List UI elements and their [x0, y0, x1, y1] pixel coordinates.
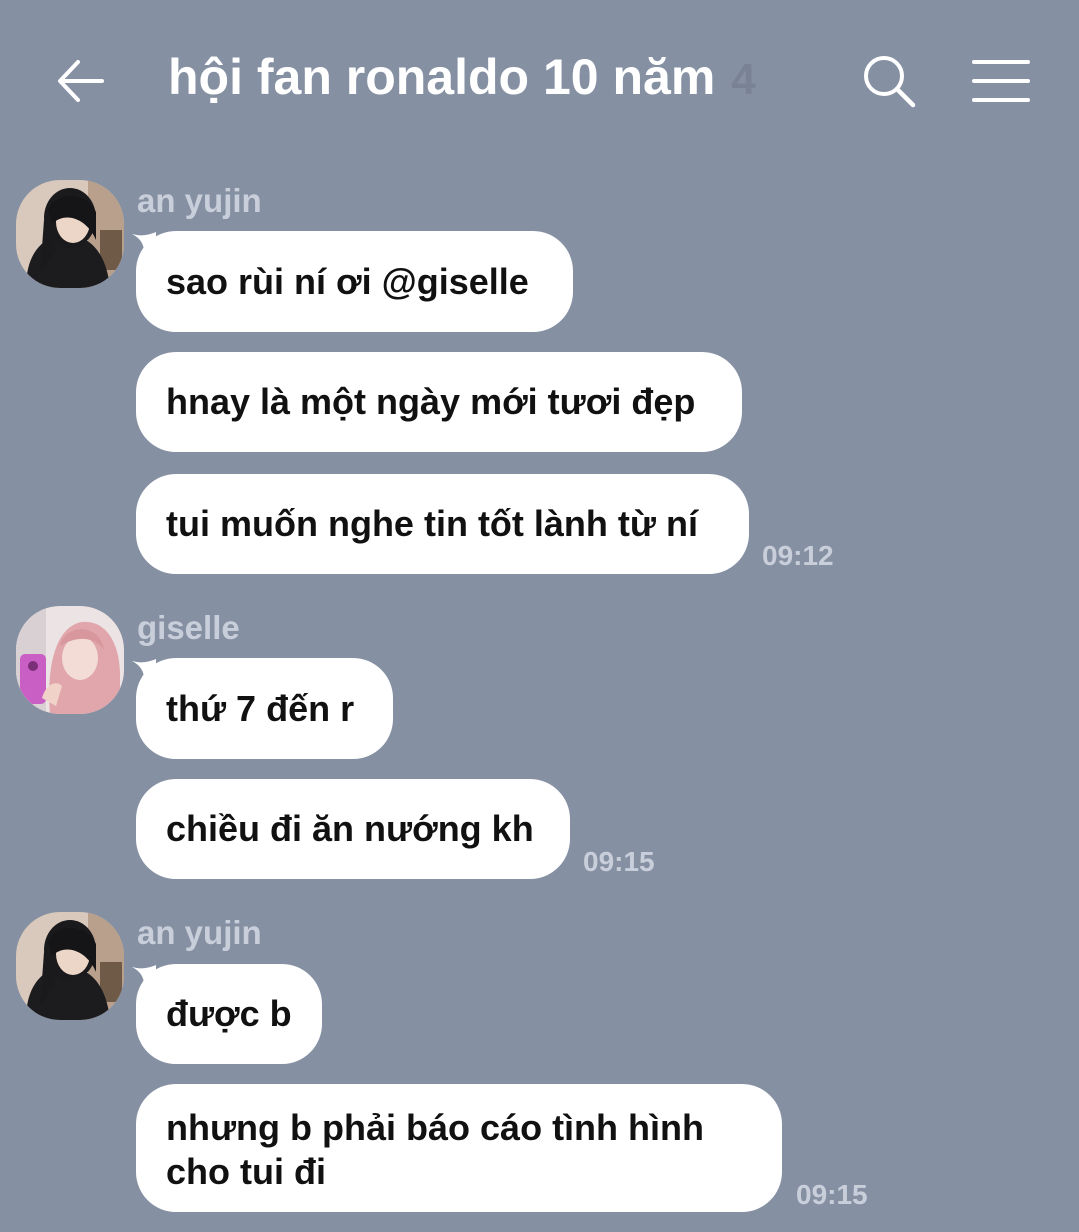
message-bubble[interactable]: hnay là một ngày mới tươi đẹp: [136, 352, 742, 452]
avatar[interactable]: [16, 606, 124, 714]
chat-header: hội fan ronaldo 10 năm 4: [0, 0, 1079, 160]
avatar[interactable]: [16, 180, 124, 288]
sender-name: giselle: [137, 609, 240, 646]
user-avatar-icon: [16, 180, 124, 288]
menu-button[interactable]: [968, 52, 1034, 110]
message-bubble[interactable]: nhưng b phải báo cáo tình hình cho tui đ…: [136, 1084, 782, 1212]
chat-title: hội fan ronaldo 10 năm 4: [168, 48, 756, 118]
message-bubble[interactable]: sao rùi ní ơi @giselle: [136, 231, 573, 332]
message-time: 09:15: [583, 846, 655, 877]
message-bubble[interactable]: chiều đi ăn nướng kh: [136, 779, 570, 879]
message-bubble[interactable]: tui muốn nghe tin tốt lành từ ní: [136, 474, 749, 574]
avatar[interactable]: [16, 912, 124, 1020]
user-avatar-icon: [16, 912, 124, 1020]
message-bubble[interactable]: thứ 7 đến r: [136, 658, 393, 759]
back-button[interactable]: [50, 50, 112, 112]
search-button[interactable]: [858, 50, 920, 112]
sender-name: an yujin: [137, 182, 262, 219]
message-time: 09:12: [762, 540, 834, 571]
message-time: 09:15: [796, 1179, 868, 1210]
arrow-left-icon: [58, 60, 104, 102]
message-bubble[interactable]: được b: [136, 964, 322, 1064]
hamburger-menu-icon: [972, 60, 1030, 102]
group-name: hội fan ronaldo 10 năm: [168, 49, 716, 105]
member-count: 4: [731, 55, 756, 104]
user-avatar-icon: [16, 606, 124, 714]
search-icon: [864, 56, 916, 108]
sender-name: an yujin: [137, 914, 262, 951]
